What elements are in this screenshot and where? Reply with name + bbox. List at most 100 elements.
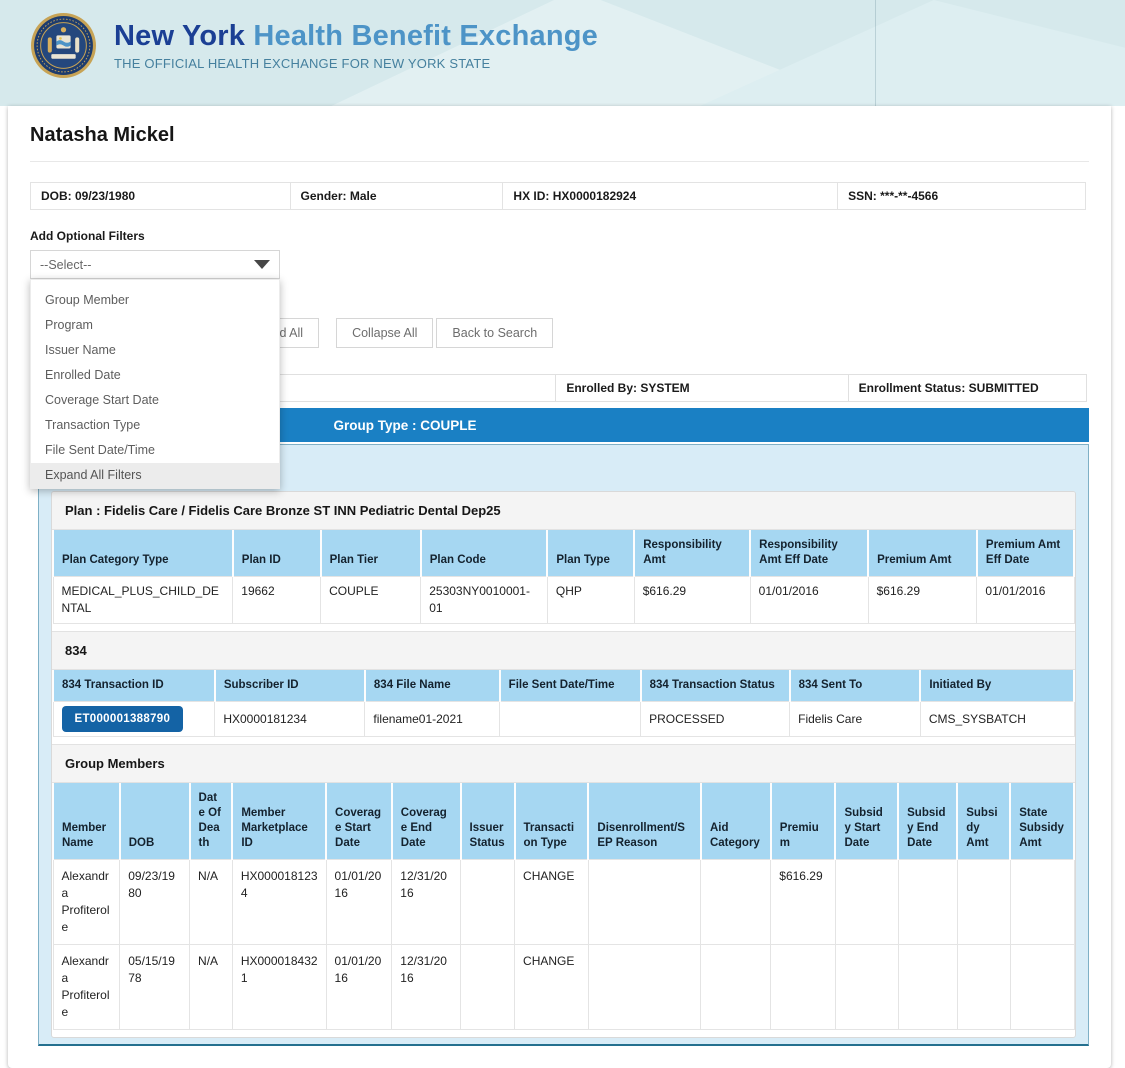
subscriber-id: HX0000181234: [215, 702, 365, 737]
plan-detail-card: Plan : Fidelis Care / Fidelis Care Bronz…: [51, 491, 1076, 1038]
brand-secondary: Health Benefit Exchange: [253, 20, 598, 52]
plan-table-header-row: Plan Category Type Plan ID Plan Tier Pla…: [53, 530, 1074, 577]
column-header: Date Of Death: [190, 783, 233, 860]
aid-category: [701, 860, 771, 945]
coverage-end-date: 12/31/2016: [392, 860, 461, 945]
date-of-death: N/A: [190, 945, 233, 1030]
column-header: Aid Category: [701, 783, 771, 860]
834-table-row: ET000001388790 HX0000181234 filename01-2…: [53, 702, 1074, 737]
main-panel: Natasha Mickel DOB: 09/23/1980 Gender: M…: [8, 106, 1111, 1068]
enrollment-status: Enrollment Status: SUBMITTED: [848, 374, 1087, 402]
optional-filters-label: Add Optional Filters: [30, 229, 1089, 243]
brand-primary: New York: [114, 20, 245, 52]
date-of-death: N/A: [190, 860, 233, 945]
premium: [771, 945, 836, 1030]
initiated-by: CMS_SYSBATCH: [920, 702, 1074, 737]
plan-table-row: MEDICAL_PLUS_CHILD_DENTAL 19662 COUPLE 2…: [53, 577, 1074, 624]
member-dob: DOB: 09/23/1980: [30, 182, 291, 210]
column-header: Member Name: [53, 783, 120, 860]
collapse-all-button[interactable]: Collapse All: [336, 318, 433, 348]
column-header: Responsibility Amt Eff Date: [750, 530, 868, 577]
member-dob: 05/15/1978: [120, 945, 190, 1030]
column-header: DOB: [120, 783, 190, 860]
header-background-shape: [700, 0, 1125, 106]
coverage-start-date: 01/01/2016: [326, 860, 392, 945]
brand-text: New York Health Benefit Exchange THE OFF…: [114, 20, 598, 71]
menu-item-file-sent-date-time[interactable]: File Sent Date/Time: [31, 438, 279, 463]
coverage-end-date: 12/31/2016: [392, 945, 461, 1030]
group-member-row: Alexandra Profiterole 09/23/1980 N/A HX0…: [53, 860, 1074, 945]
plan-tier: COUPLE: [321, 577, 421, 624]
834-transaction-id-cell: ET000001388790: [53, 702, 215, 737]
group-members-section-header: Group Members: [52, 744, 1075, 783]
column-header: 834 File Name: [365, 670, 500, 702]
issuer-status: [461, 945, 515, 1030]
subsidy-amt: [957, 945, 1010, 1030]
premium: $616.29: [771, 860, 836, 945]
column-header: Premium Amt: [868, 530, 977, 577]
premium-amt-eff-date: 01/01/2016: [977, 577, 1074, 624]
back-to-search-button[interactable]: Back to Search: [436, 318, 553, 348]
column-header: Subscriber ID: [215, 670, 365, 702]
member-marketplace-id: HX0000184321: [232, 945, 326, 1030]
column-header: Premium: [771, 783, 836, 860]
834-transaction-status-badge: PROCESSED: [641, 702, 790, 737]
column-header: Disenrollment/SEP Reason: [588, 783, 701, 860]
divider: [30, 161, 1089, 162]
transaction-type: CHANGE: [515, 945, 589, 1030]
subsidy-end-date: [898, 860, 957, 945]
page-title-member-name: Natasha Mickel: [30, 124, 1089, 147]
member-marketplace-id: HX0000181234: [232, 860, 326, 945]
transaction-type: CHANGE: [515, 860, 589, 945]
column-header: Member Marketplace ID: [232, 783, 326, 860]
menu-item-program[interactable]: Program: [31, 313, 279, 338]
column-header: File Sent Date/Time: [500, 670, 641, 702]
834-file-name: filename01-2021: [365, 702, 500, 737]
834-table-header-row: 834 Transaction ID Subscriber ID 834 Fil…: [53, 670, 1074, 702]
subsidy-start-date: [835, 860, 898, 945]
menu-item-expand-all-filters[interactable]: Expand All Filters: [31, 463, 279, 488]
plan-id: 19662: [233, 577, 321, 624]
menu-item-group-member[interactable]: Group Member: [31, 288, 279, 313]
optional-filters-dropdown-menu: Group Member Program Issuer Name Enrolle…: [30, 279, 280, 489]
plan-section-header: Plan : Fidelis Care / Fidelis Care Bronz…: [52, 492, 1075, 530]
state-subsidy-amt: [1010, 945, 1074, 1030]
optional-filters-select[interactable]: --Select--: [30, 250, 280, 279]
subsidy-amt: [957, 860, 1010, 945]
toolbar: Expand All Collapse All Back to Search: [228, 318, 1089, 348]
plan-category-type: MEDICAL_PLUS_CHILD_DENTAL: [53, 577, 233, 624]
column-header: Issuer Status: [461, 783, 515, 860]
834-table: 834 Transaction ID Subscriber ID 834 Fil…: [52, 670, 1075, 737]
column-header: Initiated By: [920, 670, 1074, 702]
menu-item-issuer-name[interactable]: Issuer Name: [31, 338, 279, 363]
responsibility-amt-eff-date: 01/01/2016: [750, 577, 868, 624]
column-header: 834 Transaction Status: [641, 670, 790, 702]
issuer-status: [461, 860, 515, 945]
column-header: Transaction Type: [515, 783, 589, 860]
brand-tagline: THE OFFICIAL HEALTH EXCHANGE FOR NEW YOR…: [114, 56, 598, 71]
disenrollment-sep-reason: [588, 860, 701, 945]
column-header: Subsidy End Date: [898, 783, 957, 860]
menu-item-enrolled-date[interactable]: Enrolled Date: [31, 363, 279, 388]
column-header: State Subsidy Amt: [1010, 783, 1074, 860]
member-ssn: SSN: ***-**-4566: [837, 182, 1086, 210]
menu-item-transaction-type[interactable]: Transaction Type: [31, 413, 279, 438]
transaction-id-button[interactable]: ET000001388790: [62, 706, 184, 732]
member-name: Alexandra Profiterole: [53, 860, 120, 945]
column-header: 834 Sent To: [790, 670, 921, 702]
menu-item-coverage-start-date[interactable]: Coverage Start Date: [31, 388, 279, 413]
group-detail-panel: Plan : Fidelis Care / Fidelis Care Bronz…: [38, 444, 1089, 1046]
plan-table: Plan Category Type Plan ID Plan Tier Pla…: [52, 530, 1075, 624]
disenrollment-sep-reason: [588, 945, 701, 1030]
plan-type: QHP: [547, 577, 634, 624]
state-subsidy-amt: [1010, 860, 1074, 945]
column-header: Premium Amt Eff Date: [977, 530, 1074, 577]
column-header: Subsidy Amt: [957, 783, 1010, 860]
column-header: Plan Type: [547, 530, 634, 577]
member-gender: Gender: Male: [290, 182, 504, 210]
group-members-table: Member Name DOB Date Of Death Member Mar…: [52, 783, 1075, 1030]
column-header: Plan Tier: [321, 530, 421, 577]
column-header: Subsidy Start Date: [835, 783, 898, 860]
new-york-state-seal-icon: [30, 12, 97, 79]
column-header: Plan Code: [421, 530, 548, 577]
